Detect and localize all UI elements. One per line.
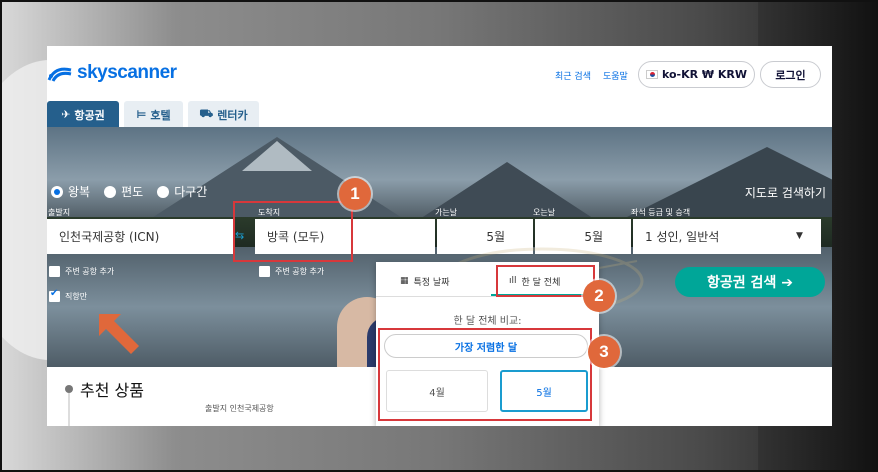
car-icon: ⛟: [199, 107, 214, 120]
multicity-label: 다구간: [174, 185, 208, 199]
compare-label: 한 달 전체 비교:: [453, 316, 522, 327]
locale-button[interactable]: ko-KR ₩ KRW: [638, 61, 755, 88]
search-flights-button[interactable]: 항공권 검색 ➔: [675, 267, 825, 297]
trip-type-roundtrip[interactable]: 왕복: [51, 183, 90, 200]
direct-only-checkbox[interactable]: 직항만: [49, 288, 88, 302]
skyscanner-logo[interactable]: skyscanner: [47, 62, 177, 84]
help-link[interactable]: 도움말: [603, 69, 628, 82]
trip-type-group: 왕복 편도 다구간: [51, 183, 207, 200]
specific-date-label: 특정 날짜: [413, 277, 450, 288]
callout-3: 3: [588, 336, 620, 368]
oneway-label: 편도: [121, 185, 144, 199]
timeline-line: [68, 393, 70, 426]
timeline-dot: [65, 385, 73, 393]
depart-label: 가는날: [435, 208, 458, 217]
nearby-from-label: 주변 공항 추가: [65, 267, 115, 276]
nearby-to-checkbox[interactable]: 주변 공항 추가: [259, 266, 324, 277]
tab-hotels-label: 호텔: [150, 108, 171, 122]
recommendations-title: 추천 상품: [80, 381, 144, 400]
checkbox-icon: [259, 266, 270, 277]
plane-icon: ✈: [61, 108, 71, 121]
skyscanner-logo-icon: [47, 67, 72, 82]
calendar-icon: ▦: [400, 276, 409, 286]
bed-icon: ⊨: [136, 108, 147, 121]
callout-1: 1: [339, 178, 371, 210]
chevron-down-icon[interactable]: ▼: [796, 231, 803, 241]
trip-type-oneway[interactable]: 편도: [104, 183, 143, 200]
highlight-whole-month-tab: [496, 265, 595, 297]
roundtrip-label: 왕복: [68, 185, 91, 199]
checkbox-checked-icon: [49, 288, 60, 302]
login-button[interactable]: 로그인: [760, 61, 821, 88]
tab-specific-date[interactable]: ▦ 특정 날짜: [400, 268, 450, 294]
tab-flights[interactable]: ✈ 항공권: [47, 101, 119, 128]
callout-2: 2: [583, 280, 615, 312]
korea-flag-icon: [645, 70, 658, 79]
trip-type-multicity[interactable]: 다구간: [157, 183, 207, 200]
recommendations-subtitle: 출발지 인천국제공항: [205, 404, 274, 413]
checkbox-icon: [49, 266, 60, 277]
locale-label: ko-KR ₩ KRW: [661, 68, 748, 81]
tab-car-rental[interactable]: ⛟ 렌터카: [188, 101, 259, 128]
direct-only-label: 직항만: [65, 292, 88, 301]
nearby-to-label: 주변 공항 추가: [275, 267, 325, 276]
radio-icon: [157, 185, 170, 198]
pointer-arrow-icon: [99, 314, 139, 354]
highlight-destination: [233, 201, 353, 262]
skyscanner-page: skyscanner 최근 검색 도움말 ko-KR ₩ KRW 로그인 ✈ 항…: [47, 46, 832, 426]
return-label: 오는날: [533, 208, 556, 217]
radio-icon: [104, 185, 117, 198]
from-field[interactable]: 인천국제공항 (ICN): [47, 219, 233, 254]
from-label: 출발지: [48, 208, 71, 217]
tab-flights-label: 항공권: [74, 108, 105, 122]
tab-hotels[interactable]: ⊨ 호텔: [124, 101, 183, 128]
brand-name: skyscanner: [77, 62, 177, 83]
cabin-label: 좌석 등급 및 승객: [631, 208, 691, 217]
highlight-month-options: [378, 328, 592, 421]
cabin-field[interactable]: 1 성인, 일반석: [633, 219, 821, 254]
recent-search-link[interactable]: 최근 검색: [555, 69, 591, 82]
map-search-link[interactable]: 지도로 검색하기: [745, 184, 826, 201]
tab-car-rental-label: 렌터카: [217, 108, 248, 122]
radio-selected-icon: [51, 185, 63, 198]
nearby-from-checkbox[interactable]: 주변 공항 추가: [49, 266, 114, 277]
